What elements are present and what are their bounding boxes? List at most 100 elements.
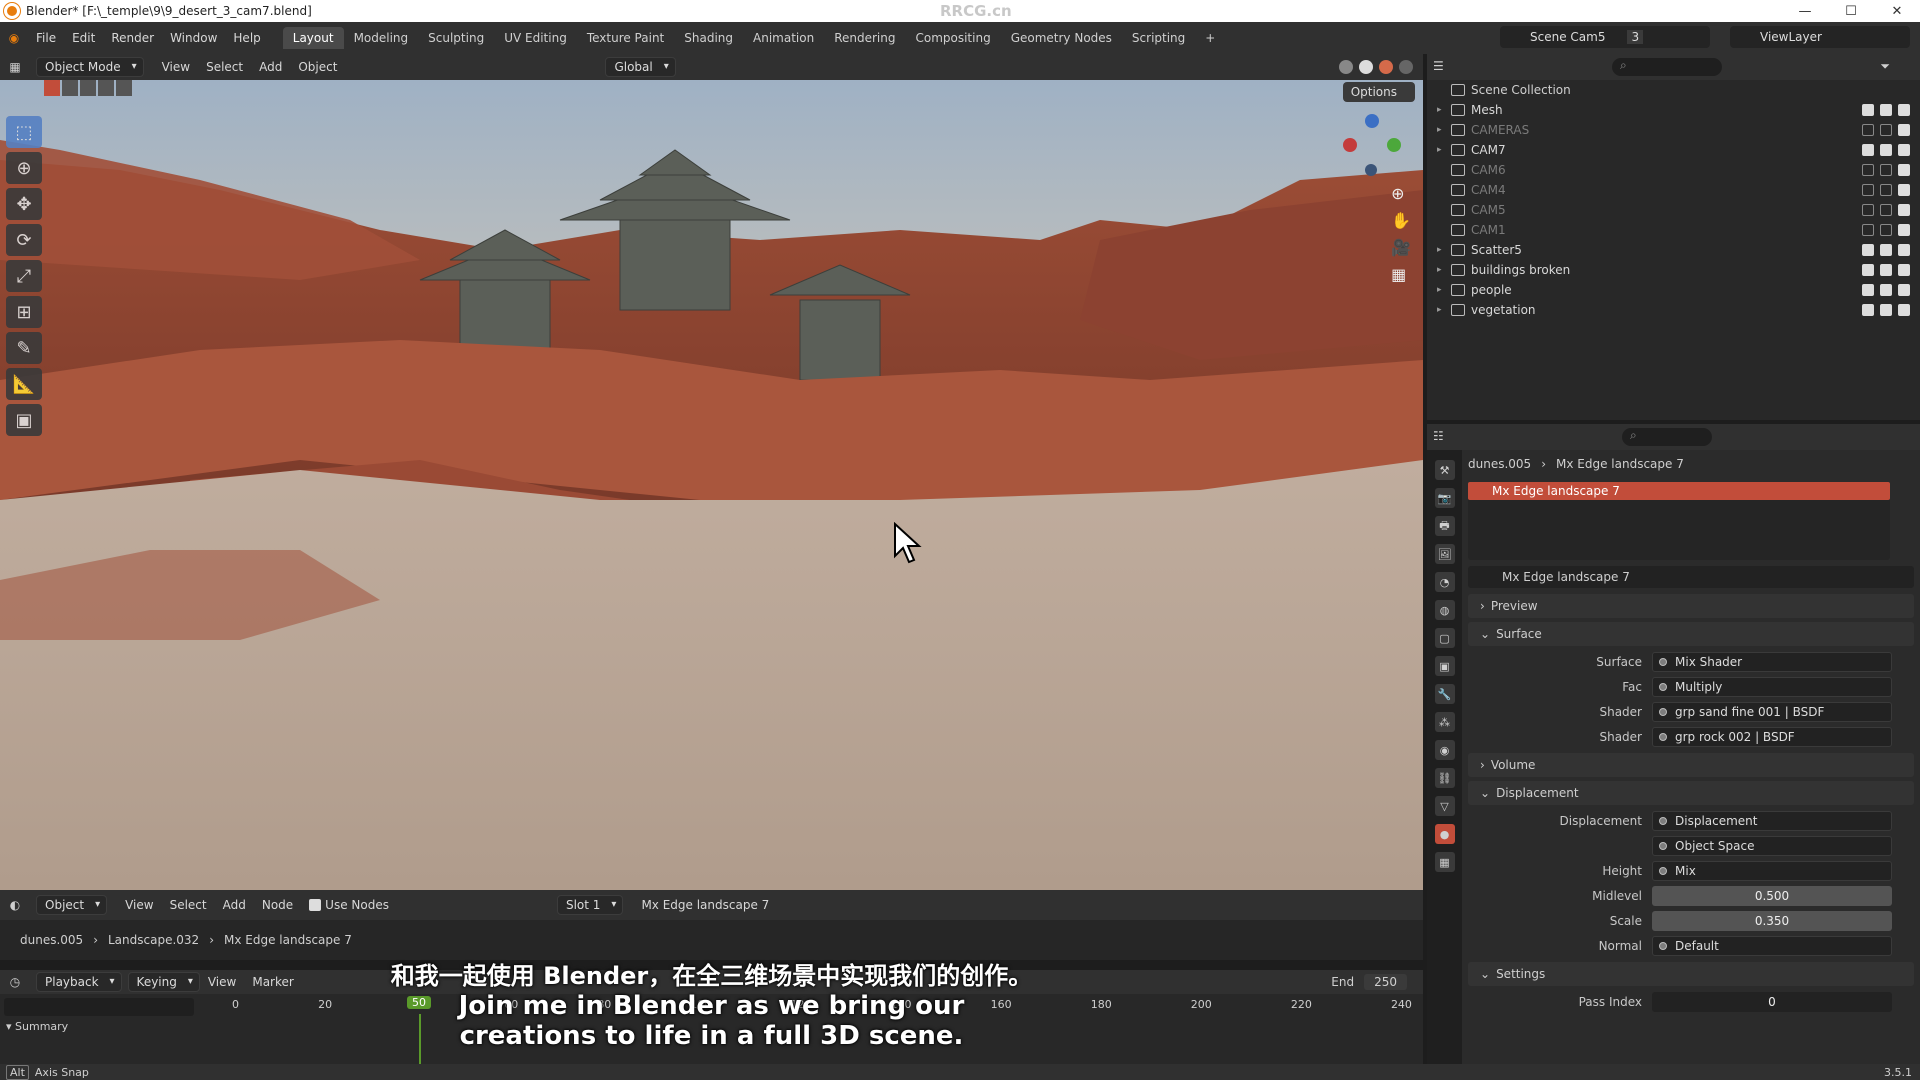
visibility-eye-icon[interactable]: [1880, 284, 1892, 296]
include-checkbox-icon[interactable]: [1862, 224, 1874, 236]
node-editor-type-icon[interactable]: ◐: [0, 898, 30, 912]
include-checkbox-icon[interactable]: [1862, 144, 1874, 156]
rotate-tool-icon[interactable]: ⟳: [6, 224, 42, 256]
world-tab-icon[interactable]: ◍: [1434, 600, 1455, 620]
object-mode-dropdown[interactable]: Object Mode: [36, 57, 144, 77]
select-subtract-icon[interactable]: [80, 80, 96, 96]
tab-compositing[interactable]: Compositing: [905, 27, 1000, 49]
panel-volume[interactable]: › Volume: [1468, 753, 1914, 777]
render-camera-icon[interactable]: [1898, 144, 1910, 156]
outliner-row[interactable]: CAM4: [1427, 180, 1920, 200]
editor-type-icon[interactable]: ▦: [0, 60, 30, 74]
visibility-eye-icon[interactable]: [1880, 304, 1892, 316]
material-datablock-field[interactable]: Mx Edge landscape 7: [1468, 566, 1914, 588]
tab-shading[interactable]: Shading: [674, 27, 743, 49]
include-checkbox-icon[interactable]: [1862, 304, 1874, 316]
collection-tab-icon[interactable]: ▢: [1434, 628, 1455, 648]
include-checkbox-icon[interactable]: [1862, 104, 1874, 116]
viewport-options-button[interactable]: Options: [1342, 82, 1415, 102]
select-intersect-icon[interactable]: [116, 80, 132, 96]
output-tab-icon[interactable]: 🖶: [1434, 516, 1455, 536]
tab-sculpting[interactable]: Sculpting: [418, 27, 494, 49]
pass-index-field[interactable]: 0: [1652, 992, 1892, 1012]
render-tab-icon[interactable]: 📷: [1434, 488, 1455, 508]
viewport-menu-object[interactable]: Object: [290, 60, 345, 74]
midlevel-field[interactable]: 0.500: [1652, 886, 1892, 906]
tool-tab-icon[interactable]: ⚒: [1434, 460, 1455, 480]
tab-layout[interactable]: Layout: [282, 27, 344, 49]
node-menu-node[interactable]: Node: [254, 898, 301, 912]
outliner-row[interactable]: CAM6: [1427, 160, 1920, 180]
outliner-row[interactable]: ▸ Mesh: [1427, 100, 1920, 120]
render-camera-icon[interactable]: [1898, 204, 1910, 216]
pan-hand-icon[interactable]: ✋: [1391, 211, 1411, 230]
properties-editor-icon[interactable]: ☷: [1433, 429, 1444, 443]
node-menu-view[interactable]: View: [117, 898, 161, 912]
scale-tool-icon[interactable]: ⤢: [6, 260, 42, 292]
include-checkbox-icon[interactable]: [1862, 164, 1874, 176]
visibility-eye-icon[interactable]: [1880, 204, 1892, 216]
expand-arrow-icon[interactable]: ▸: [1437, 245, 1449, 255]
panel-preview[interactable]: › Preview: [1468, 594, 1914, 618]
menu-edit[interactable]: Edit: [64, 31, 103, 45]
scale-field[interactable]: 0.350: [1652, 911, 1892, 931]
visibility-eye-icon[interactable]: [1880, 124, 1892, 136]
render-camera-icon[interactable]: [1898, 184, 1910, 196]
visibility-eye-icon[interactable]: [1880, 184, 1892, 196]
outliner-row[interactable]: ▸ Scatter5: [1427, 240, 1920, 260]
tab-modeling[interactable]: Modeling: [344, 27, 419, 49]
visibility-eye-icon[interactable]: [1880, 144, 1892, 156]
move-tool-icon[interactable]: ✥: [6, 188, 42, 220]
outliner-row[interactable]: CAM5: [1427, 200, 1920, 220]
render-camera-icon[interactable]: [1898, 244, 1910, 256]
outliner[interactable]: Scene Collection ▸ Mesh ▸ CAMERAS ▸ CAM7 CAM6 C…: [1427, 80, 1920, 420]
blender-menu-icon[interactable]: ◉: [0, 31, 28, 45]
expand-arrow-icon[interactable]: ▸: [1437, 145, 1449, 155]
modifier-tab-icon[interactable]: 🔧: [1434, 684, 1455, 704]
visibility-eye-icon[interactable]: [1880, 264, 1892, 276]
constraints-tab-icon[interactable]: ⛓: [1434, 768, 1455, 788]
panel-surface[interactable]: ⌄ Surface: [1468, 622, 1914, 646]
tab-geometry-nodes[interactable]: Geometry Nodes: [1001, 27, 1122, 49]
visibility-eye-icon[interactable]: [1880, 104, 1892, 116]
property-field[interactable]: grp sand fine 001 | BSDF: [1652, 702, 1892, 722]
select-box-tool-icon[interactable]: ⬚: [6, 116, 42, 148]
render-camera-icon[interactable]: [1898, 264, 1910, 276]
tab-animation[interactable]: Animation: [743, 27, 824, 49]
node-menu-select[interactable]: Select: [162, 898, 215, 912]
object-tab-icon[interactable]: ▣: [1434, 656, 1455, 676]
material-shading-icon[interactable]: [1379, 60, 1393, 74]
scene-selector[interactable]: Scene Cam5 3: [1500, 26, 1710, 48]
tab-rendering[interactable]: Rendering: [824, 27, 905, 49]
node-material-name[interactable]: Mx Edge landscape 7: [633, 898, 777, 912]
ortho-grid-icon[interactable]: ▦: [1391, 265, 1411, 284]
material-tab-icon[interactable]: ●: [1434, 824, 1455, 844]
scene-tab-icon[interactable]: ◔: [1434, 572, 1455, 592]
include-checkbox-icon[interactable]: [1862, 264, 1874, 276]
property-field[interactable]: Multiply: [1652, 677, 1892, 697]
gizmo-neg-z-icon[interactable]: [1365, 164, 1377, 176]
measure-tool-icon[interactable]: 📐: [6, 368, 42, 400]
particles-tab-icon[interactable]: ⁂: [1434, 712, 1455, 732]
breadcrumb-item[interactable]: Mx Edge landscape 7: [224, 933, 352, 947]
visibility-eye-icon[interactable]: [1880, 224, 1892, 236]
select-new-icon[interactable]: [44, 80, 60, 96]
filter-icon[interactable]: ⏷: [1880, 59, 1890, 74]
use-nodes-checkbox[interactable]: Use Nodes: [301, 898, 397, 912]
material-slot-item[interactable]: Mx Edge landscape 7: [1468, 482, 1890, 500]
material-slot-list[interactable]: Mx Edge landscape 7: [1468, 482, 1890, 560]
node-menu-add[interactable]: Add: [215, 898, 254, 912]
tab-uv-editing[interactable]: UV Editing: [494, 27, 577, 49]
node-object-dropdown[interactable]: Object: [36, 895, 108, 915]
outliner-row[interactable]: ▸ people: [1427, 280, 1920, 300]
scene-collection-row[interactable]: Scene Collection: [1427, 80, 1920, 100]
properties-search-input[interactable]: ⌕: [1622, 428, 1712, 446]
tab-texture-paint[interactable]: Texture Paint: [577, 27, 674, 49]
gizmo-x-axis-icon[interactable]: [1343, 138, 1357, 152]
navigation-gizmo[interactable]: [1343, 114, 1403, 176]
property-field[interactable]: grp rock 002 | BSDF: [1652, 727, 1892, 747]
outliner-editor-icon[interactable]: ☰: [1433, 59, 1444, 73]
render-camera-icon[interactable]: [1898, 284, 1910, 296]
include-checkbox-icon[interactable]: [1862, 244, 1874, 256]
physics-tab-icon[interactable]: ◉: [1434, 740, 1455, 760]
